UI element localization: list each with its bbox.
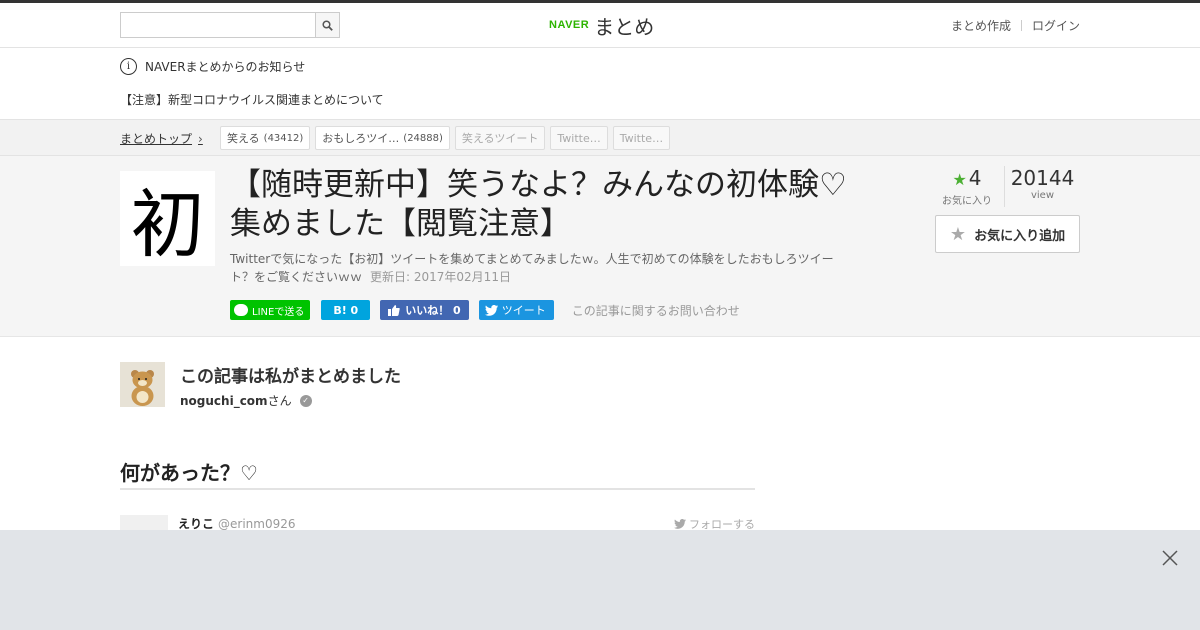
favorites-label: お気に入り [942, 196, 992, 207]
line-icon [234, 304, 248, 316]
tag-count: (24888) [403, 132, 443, 144]
logo-naver: NAVER [549, 19, 590, 31]
article-title: 【随時更新中】笑うなよ？みんなの初体験♡集めました【閲覧注意】 [230, 167, 847, 242]
tweet-author-handle[interactable]: @erinm0926 [218, 517, 295, 531]
contact-link[interactable]: この記事に関するお問い合わせ [572, 302, 740, 319]
add-favorite-button[interactable]: ★ お気に入り追加 [935, 215, 1080, 253]
description-text: Twitterで気になった【お初】ツイートを集めてまとめてみましたｗ。人生で初め… [230, 252, 834, 284]
breadcrumb-top-link[interactable]: まとめトップ › [120, 130, 203, 147]
facebook-like-label: いいね！ 0 [405, 304, 461, 317]
notice-heading: i NAVERまとめからのお知らせ [120, 58, 305, 75]
notice-area: i NAVERまとめからのお知らせ 【注意】新型コロナウイルス関連まとめについて [0, 49, 1200, 119]
tag-item[interactable]: 笑える (43412) [220, 126, 311, 150]
notice-link[interactable]: 【注意】新型コロナウイルス関連まとめについて [120, 91, 384, 108]
tag-item[interactable]: Twitte… [550, 126, 608, 150]
views-label: view [1030, 190, 1055, 201]
tweet-author-name[interactable]: えりこ [178, 517, 214, 531]
article-stats: ★ 4 お気に入り 20144 view [930, 166, 1080, 207]
curator-username[interactable]: noguchi_com [180, 394, 268, 408]
site-logo[interactable]: NAVER まとめ [549, 11, 654, 39]
tag-item[interactable]: おもしろツイ… (24888) [315, 126, 450, 150]
thumbs-up-icon [388, 304, 400, 316]
add-favorite-label: お気に入り追加 [974, 228, 1066, 244]
info-icon: i [120, 58, 137, 75]
search-input[interactable] [120, 12, 316, 38]
tag-label: 笑える [227, 132, 260, 145]
login-link[interactable]: ログイン [1032, 17, 1080, 34]
create-matome-link[interactable]: まとめ作成 [951, 17, 1011, 34]
notice-heading-text: NAVERまとめからのお知らせ [145, 60, 306, 74]
star-icon: ★ [949, 223, 967, 245]
article-description: Twitterで気になった【お初】ツイートを集めてまとめてみましたｗ。人生で初め… [230, 250, 840, 286]
star-icon: ★ [952, 170, 967, 189]
tag-item[interactable]: Twitte… [612, 126, 671, 150]
tag-label: Twitte… [557, 131, 601, 145]
search-button[interactable] [315, 12, 340, 38]
verified-check-icon: ✓ [299, 394, 312, 407]
hatena-bookmark-button[interactable]: B! 0 [321, 300, 371, 320]
tweet-label: ツイート [501, 304, 546, 317]
tweet-button[interactable]: ツイート [478, 300, 554, 320]
tag-count: (43412) [263, 132, 304, 144]
ad-overlay [0, 530, 1200, 630]
site-header: NAVER まとめ まとめ作成 ログイン [0, 3, 1200, 48]
curator-name-row: noguchi_com さん ✓ [180, 392, 312, 409]
curator-avatar[interactable] [120, 362, 165, 407]
logo-matome: まとめ [594, 14, 655, 39]
tag-label: Twitte… [619, 131, 664, 145]
close-icon[interactable] [1160, 548, 1180, 568]
chevron-right-icon: › [198, 131, 203, 146]
section-heading: 何があった？♡ [120, 457, 755, 490]
views-stat: 20144 view [1005, 166, 1080, 207]
line-share-button[interactable]: LINEで送る [230, 300, 311, 320]
breadcrumb-top-label: まとめトップ [120, 132, 193, 146]
header-links: まとめ作成 ログイン [951, 17, 1080, 34]
twitter-bird-icon [674, 519, 686, 529]
line-share-label: LINEで送る [252, 306, 305, 318]
updated-date: 更新日: 2017年02月11日 [370, 270, 511, 284]
favorites-stat: ★ 4 お気に入り [930, 166, 1005, 207]
tag-label: おもしろツイ… [322, 132, 400, 145]
tag-item[interactable]: 笑えるツイート [454, 126, 546, 150]
search-icon [322, 19, 333, 31]
views-count: 20144 [1010, 166, 1075, 190]
article-header: 初 【随時更新中】笑うなよ？みんなの初体験♡集めました【閲覧注意】 Twitte… [0, 156, 1200, 337]
tag-list: 笑える (43412) おもしろツイ… (24888) 笑えるツイート Twit… [220, 126, 675, 150]
twitter-bird-icon [484, 304, 498, 316]
article-thumbnail: 初 [120, 171, 215, 268]
tag-label: 笑えるツイート [461, 132, 539, 145]
curator-suffix: さん [267, 394, 292, 408]
share-bar: LINEで送る B! 0 いいね！ 0 ツイート この記事に関するお問い合わせ [230, 300, 740, 320]
divider [1020, 20, 1022, 31]
favorites-count: 4 [968, 166, 982, 190]
bear-avatar-icon [120, 362, 165, 407]
breadcrumb: まとめトップ › 笑える (43412) おもしろツイ… (24888) 笑える… [0, 119, 1200, 156]
facebook-like-button[interactable]: いいね！ 0 [380, 300, 469, 320]
curator-heading: この記事は私がまとめました [180, 367, 401, 387]
